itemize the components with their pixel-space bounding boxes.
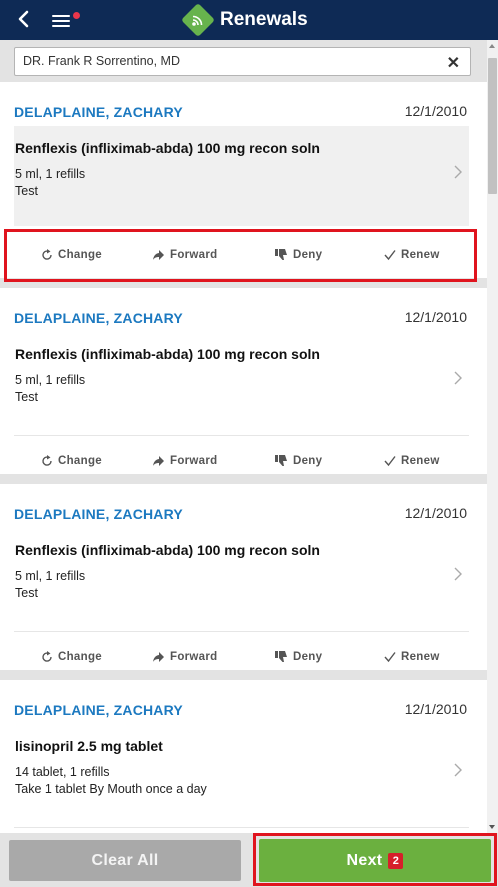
deny-button[interactable]: Deny <box>275 448 322 474</box>
forward-icon <box>153 652 164 662</box>
chevron-right-icon <box>454 371 462 385</box>
drug-name: Renflexis (infliximab-abda) 100 mg recon… <box>15 542 320 558</box>
patient-name[interactable]: DELAPLAINE, ZACHARY <box>14 104 183 120</box>
medication-detail[interactable]: Renflexis (infliximab-abda) 100 mg recon… <box>14 126 469 226</box>
change-button[interactable]: Change <box>41 644 102 670</box>
patient-name[interactable]: DELAPLAINE, ZACHARY <box>14 506 183 522</box>
scrollbar-thumb[interactable] <box>488 58 497 194</box>
brand: Renewals <box>181 3 308 37</box>
forward-icon <box>153 456 164 466</box>
action-row: Change Forward Deny Renew <box>14 644 469 670</box>
forward-button[interactable]: Forward <box>152 448 217 474</box>
scroll-down-arrow-icon[interactable] <box>489 825 495 829</box>
menu-button[interactable] <box>50 9 80 31</box>
drug-quantity: 14 tablet, 1 refills <box>15 765 110 779</box>
renewal-card: DELAPLAINE, ZACHARY 12/1/2010 Renflexis … <box>0 484 487 670</box>
refresh-icon <box>42 249 52 260</box>
action-row: Change Forward Deny Renew <box>14 448 469 474</box>
clear-all-button[interactable]: Clear All <box>9 840 241 881</box>
forward-button[interactable]: Forward <box>152 242 217 268</box>
provider-filter-value: DR. Frank R Sorrentino, MD <box>23 54 180 68</box>
hamburger-icon <box>52 15 70 17</box>
drug-note: Take 1 tablet By Mouth once a day <box>15 782 207 796</box>
next-button-label: Next <box>346 851 383 869</box>
patient-name[interactable]: DELAPLAINE, ZACHARY <box>14 702 183 718</box>
filter-bar: DR. Frank R Sorrentino, MD ✕ <box>0 40 487 82</box>
app-header: Renewals <box>0 0 498 40</box>
request-date: 12/1/2010 <box>404 103 467 119</box>
refresh-icon <box>42 651 52 662</box>
thumbs-down-icon <box>275 651 287 662</box>
action-row: Change Forward Deny Renew <box>14 242 469 268</box>
request-date: 12/1/2010 <box>404 701 467 717</box>
chevron-right-icon <box>454 763 462 777</box>
deny-button[interactable]: Deny <box>275 644 322 670</box>
renewal-card: DELAPLAINE, ZACHARY 12/1/2010 lisinopril… <box>0 680 487 833</box>
scroll-up-arrow-icon[interactable] <box>489 44 495 48</box>
thumbs-down-icon <box>275 249 287 260</box>
medication-detail[interactable]: lisinopril 2.5 mg tablet 14 tablet, 1 re… <box>14 724 469 824</box>
medication-detail[interactable]: Renflexis (infliximab-abda) 100 mg recon… <box>14 528 469 628</box>
thumbs-down-icon <box>275 455 287 466</box>
change-button[interactable]: Change <box>41 448 102 474</box>
drug-quantity: 5 ml, 1 refills <box>15 569 86 583</box>
drug-note: Test <box>15 586 38 600</box>
drug-note: Test <box>15 390 38 404</box>
drug-quantity: 5 ml, 1 refills <box>15 167 86 181</box>
drug-name: Renflexis (infliximab-abda) 100 mg recon… <box>15 346 320 362</box>
change-button[interactable]: Change <box>41 242 102 268</box>
medication-detail[interactable]: Renflexis (infliximab-abda) 100 mg recon… <box>14 332 469 432</box>
back-button[interactable] <box>14 8 34 30</box>
renewal-card: DELAPLAINE, ZACHARY 12/1/2010 Renflexis … <box>0 82 487 278</box>
renewal-list[interactable]: DELAPLAINE, ZACHARY 12/1/2010 Renflexis … <box>0 82 498 833</box>
app-logo-icon <box>181 3 215 37</box>
notification-dot <box>73 12 80 19</box>
patient-name[interactable]: DELAPLAINE, ZACHARY <box>14 310 183 326</box>
request-date: 12/1/2010 <box>404 505 467 521</box>
page-title: Renewals <box>220 9 308 30</box>
drug-name: Renflexis (infliximab-abda) 100 mg recon… <box>15 140 320 156</box>
check-icon <box>384 456 396 467</box>
check-icon <box>384 652 396 663</box>
deny-button[interactable]: Deny <box>275 242 322 268</box>
check-icon <box>384 250 396 261</box>
renew-button[interactable]: Renew <box>384 242 440 268</box>
drug-quantity: 5 ml, 1 refills <box>15 373 86 387</box>
back-arrow-icon <box>18 10 29 28</box>
divider <box>14 435 469 436</box>
refresh-icon <box>42 455 52 466</box>
clear-filter-icon[interactable]: ✕ <box>447 53 460 73</box>
forward-icon <box>153 250 164 260</box>
chevron-right-icon <box>454 567 462 581</box>
renew-button[interactable]: Renew <box>384 644 440 670</box>
next-button[interactable]: Next 2 <box>259 839 491 882</box>
forward-button[interactable]: Forward <box>152 644 217 670</box>
drug-note: Test <box>15 184 38 198</box>
chevron-right-icon <box>454 165 462 179</box>
scrollbar[interactable] <box>487 40 498 833</box>
divider <box>14 631 469 632</box>
footer-bar: Clear All Next 2 <box>0 833 498 887</box>
drug-name: lisinopril 2.5 mg tablet <box>15 738 163 754</box>
next-count-badge: 2 <box>388 852 404 869</box>
divider <box>14 827 469 828</box>
renewal-card: DELAPLAINE, ZACHARY 12/1/2010 Renflexis … <box>0 288 487 474</box>
request-date: 12/1/2010 <box>404 309 467 325</box>
provider-filter[interactable]: DR. Frank R Sorrentino, MD ✕ <box>14 47 471 76</box>
renew-button[interactable]: Renew <box>384 448 440 474</box>
